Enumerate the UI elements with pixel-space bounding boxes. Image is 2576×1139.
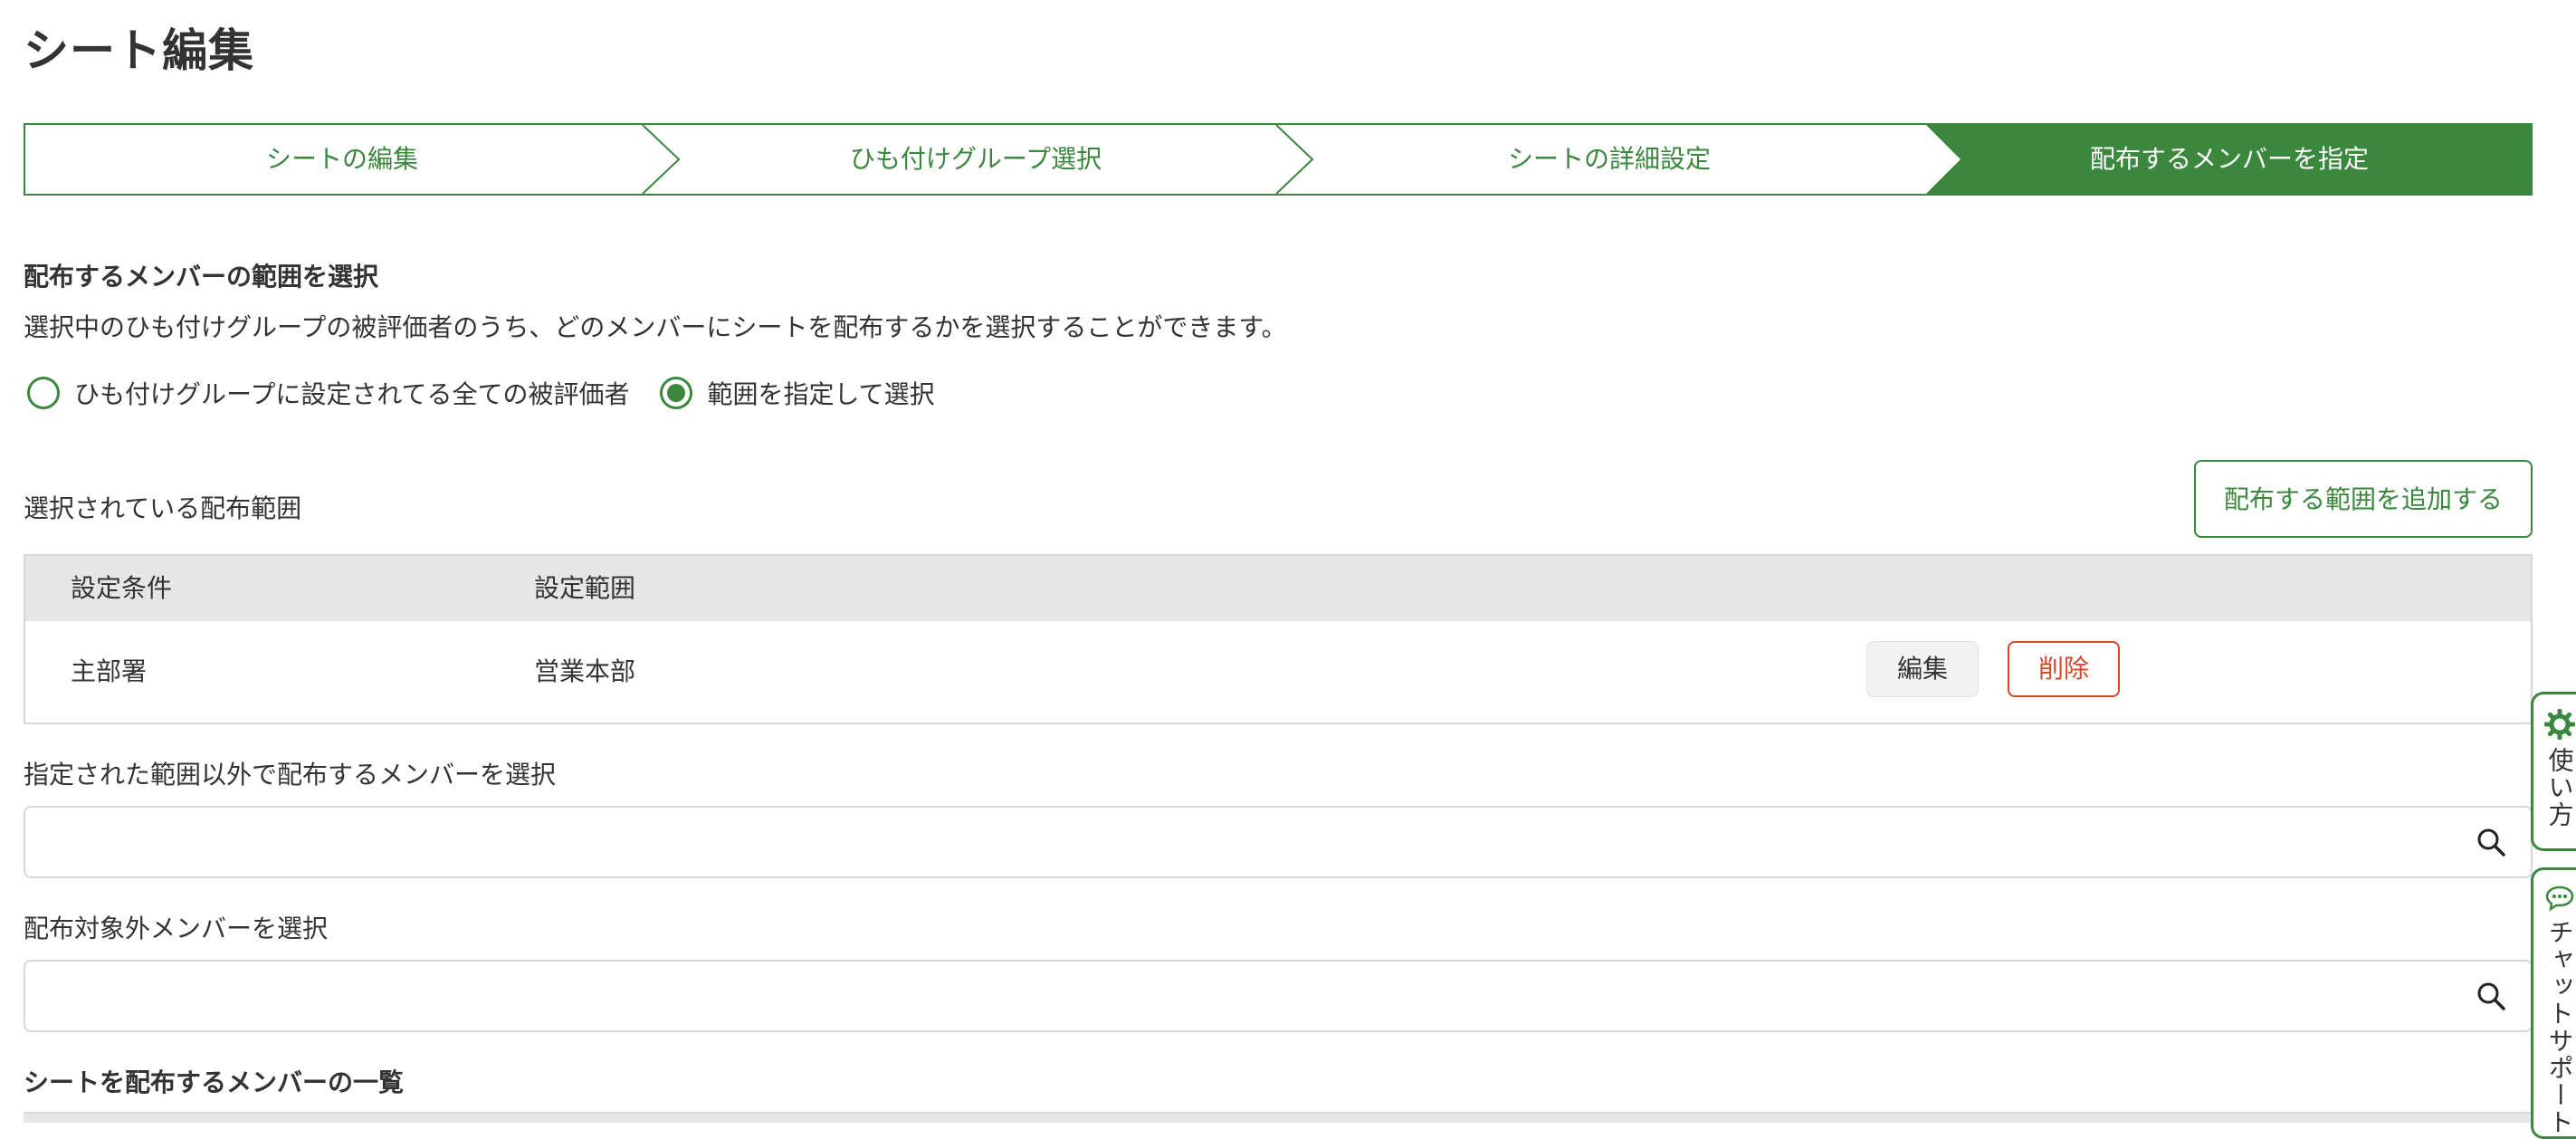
radio-checked-icon[interactable] <box>660 377 692 409</box>
step-dividers <box>25 125 2534 197</box>
howto-side-tab[interactable]: 使い方 <box>2531 692 2576 851</box>
excluded-members-search[interactable] <box>24 960 2533 1032</box>
cell-condition: 主部署 <box>71 621 147 723</box>
table-row: 主部署 営業本部 編集 削除 <box>25 621 2531 723</box>
range-section-description: 選択中のひも付けグループの被評価者のうち、どのメンバーにシートを配布するかを選択… <box>24 308 1287 344</box>
search-icon[interactable] <box>2475 980 2507 1012</box>
column-header-range: 設定範囲 <box>534 556 635 621</box>
chat-support-side-tab[interactable]: チャットサポート <box>2531 867 2576 1139</box>
extra-members-label: 指定された範囲以外で配布するメンバーを選択 <box>24 755 556 791</box>
edit-button[interactable]: 編集 <box>1866 641 1979 697</box>
member-list-table-header <box>24 1112 2533 1123</box>
radio-specify-range-label: 範囲を指定して選択 <box>707 375 934 411</box>
search-icon[interactable] <box>2475 826 2507 858</box>
gear-icon <box>2544 709 2575 740</box>
excluded-members-input[interactable] <box>43 971 2455 1023</box>
range-table: 設定条件 設定範囲 主部署 営業本部 編集 削除 <box>24 554 2533 724</box>
stepper: シートの編集 ひも付けグループ選択 シートの詳細設定 配布するメンバーを指定 <box>24 123 2533 196</box>
chat-bubble-icon <box>2544 885 2575 912</box>
radio-specify-range[interactable]: 範囲を指定して選択 <box>660 375 934 411</box>
radio-unchecked-icon[interactable] <box>27 377 60 409</box>
radio-all-evaluatees-label: ひも付けグループに設定されてる全ての被評価者 <box>74 375 629 411</box>
range-radio-group: ひも付けグループに設定されてる全ての被評価者 範囲を指定して選択 <box>27 375 935 411</box>
page-title: シート編集 <box>24 14 254 80</box>
extra-members-search[interactable] <box>24 806 2533 878</box>
radio-all-evaluatees[interactable]: ひも付けグループに設定されてる全ての被評価者 <box>27 375 629 411</box>
table-header: 設定条件 設定範囲 <box>25 556 2531 621</box>
selected-range-label: 選択されている配布範囲 <box>24 489 301 525</box>
howto-label: 使い方 <box>2542 747 2576 828</box>
cell-range: 営業本部 <box>534 621 635 723</box>
member-list-title: シートを配布するメンバーの一覧 <box>24 1063 404 1099</box>
delete-button[interactable]: 削除 <box>2008 641 2120 697</box>
add-range-button[interactable]: 配布する範囲を追加する <box>2194 460 2533 538</box>
chat-support-label: チャットサポート <box>2542 919 2576 1136</box>
range-section-title: 配布するメンバーの範囲を選択 <box>24 257 378 293</box>
extra-members-input[interactable] <box>43 817 2455 869</box>
excluded-members-label: 配布対象外メンバーを選択 <box>24 909 328 945</box>
column-header-condition: 設定条件 <box>71 556 172 621</box>
